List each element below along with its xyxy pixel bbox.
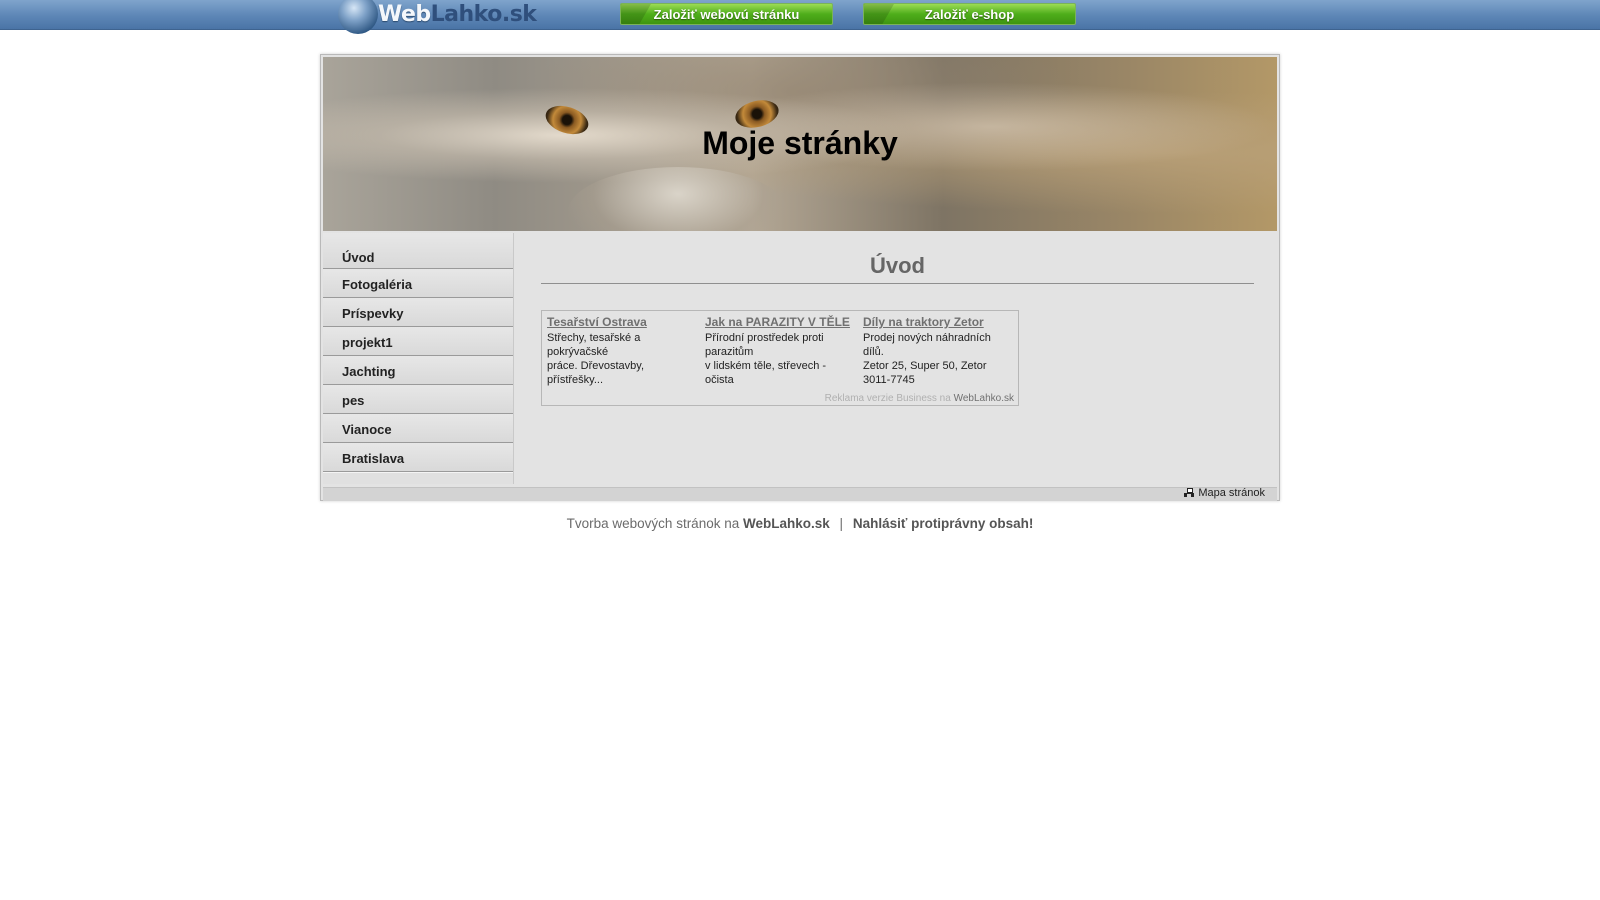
footer-text: Tvorba webových stránok na [566,516,740,531]
footer-strip: Mapa stránok [323,487,1277,501]
footer-separator: | [839,516,844,531]
ad-text: Prodej nových náhradních dílů. Zetor 25,… [863,332,991,386]
sitemap-label: Mapa stránok [1198,487,1265,499]
sidebar-menu: Úvod Fotogaléria Príspevky projekt1 Jach… [323,233,514,484]
ad-text: Přírodní prostředek proti parazitům v li… [705,332,827,386]
main-content: Úvod Tesařství Ostrava Střechy, tesařské… [517,233,1275,484]
create-eshop-label: Založiť e-shop [924,7,1015,22]
page-footer: Tvorba webových stránok na WebLahko.sk |… [320,516,1280,531]
create-website-button[interactable]: Založiť webovú stránku [620,3,833,25]
menu-item-vianoce[interactable]: Vianoce [323,414,513,443]
wolf-snout [568,167,788,231]
globe-icon [338,0,378,34]
menu-item-prispevky[interactable]: Príspevky [323,298,513,327]
ad-footer-text: Reklama verzie Business na [824,393,951,404]
ad-box: Tesařství Ostrava Střechy, tesařské a po… [541,310,1019,406]
menu-item-projekt1[interactable]: projekt1 [323,327,513,356]
logo-text: WebLahko.sk [378,2,537,27]
create-eshop-button[interactable]: Založiť e-shop [863,3,1076,25]
ad-footer-link[interactable]: WebLahko.sk [954,393,1014,404]
create-website-label: Založiť webovú stránku [653,7,800,22]
page-title: Úvod [541,253,1254,284]
report-content-link[interactable]: Nahlásiť protiprávny obsah! [853,516,1034,531]
menu-item-fotogaleria[interactable]: Fotogaléria [323,269,513,298]
site-frame: Moje stránky Úvod Fotogaléria Príspevky … [320,54,1280,501]
ad-link[interactable]: Díly na traktory Zetor [863,315,1013,329]
button-stripe [864,4,902,24]
ad-link[interactable]: Jak na PARAZITY V TĚLE [705,315,855,329]
ad-link[interactable]: Tesařství Ostrava [547,315,697,329]
top-bar: WebLahko.sk Založiť webovú stránku Založ… [0,0,1600,34]
ad-item: Díly na traktory Zetor Prodej nových náh… [863,315,1013,387]
header-banner: Moje stránky [323,57,1277,231]
ad-footer: Reklama verzie Business na WebLahko.sk [825,393,1014,404]
menu-item-pes[interactable]: pes [323,385,513,414]
menu-item-uvod[interactable]: Úvod [323,233,513,269]
menu-item-bratislava[interactable]: Bratislava [323,443,513,472]
site-title: Moje stránky [702,125,898,161]
footer-weblahko-link[interactable]: WebLahko.sk [743,516,830,531]
menu-item-jachting[interactable]: Jachting [323,356,513,385]
sitemap-icon [1184,488,1195,497]
sitemap-link[interactable]: Mapa stránok [1184,487,1265,499]
button-stripe [621,4,659,24]
ad-text: Střechy, tesařské a pokrývačské práce. D… [547,332,645,386]
ad-item: Jak na PARAZITY V TĚLE Přírodní prostřed… [705,315,855,387]
weblahko-logo[interactable]: WebLahko.sk [338,0,553,34]
ad-item: Tesařství Ostrava Střechy, tesařské a po… [547,315,697,387]
